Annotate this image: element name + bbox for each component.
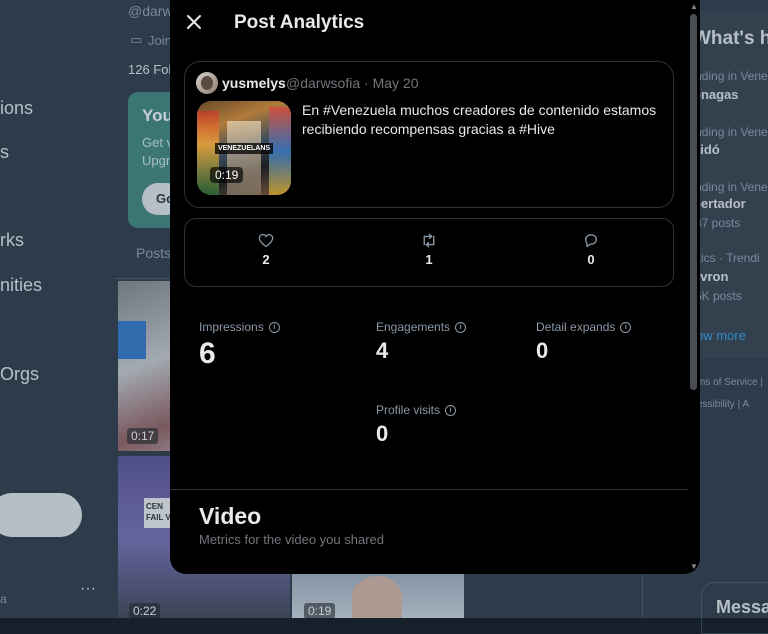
impressions-value: 6 — [199, 337, 216, 370]
scroll-down-arrow[interactable]: ▼ — [690, 562, 698, 571]
close-button[interactable] — [182, 10, 206, 34]
impressions-label: Impressions — [199, 320, 264, 334]
engagements-metric: Engagements i 4 — [376, 320, 467, 364]
author-name[interactable]: yusmelys — [222, 75, 286, 91]
engagements-value: 4 — [376, 338, 389, 363]
heart-icon — [258, 233, 274, 248]
close-icon — [187, 15, 201, 29]
post-analytics-modal: Post Analytics yusmelys @darwsofia · May… — [170, 0, 700, 574]
likes-stat: 2 — [246, 233, 286, 267]
post-preview-card[interactable]: yusmelys @darwsofia · May 20 VENEZUELANS… — [184, 61, 674, 208]
impressions-metric: Impressions i 6 — [199, 320, 280, 371]
info-icon[interactable]: i — [455, 321, 467, 333]
engagement-summary: 2 1 0 — [184, 218, 674, 287]
post-text: En #Venezuela muchos creadores de conten… — [302, 102, 657, 137]
market-lane — [227, 121, 261, 195]
engagements-label: Engagements — [376, 320, 451, 334]
repost-icon — [423, 233, 435, 248]
detail-expands-value: 0 — [536, 338, 549, 363]
video-section-subtitle: Metrics for the video you shared — [199, 532, 384, 547]
post-media-thumbnail[interactable]: VENEZUELANS 0:19 — [197, 101, 291, 195]
profile-visits-metric: Profile visits i 0 — [376, 403, 457, 447]
media-caption: VENEZUELANS — [215, 143, 273, 154]
replies-count: 0 — [587, 252, 595, 267]
info-icon[interactable]: i — [268, 321, 280, 333]
modal-title: Post Analytics — [234, 12, 365, 33]
avatar[interactable] — [196, 72, 218, 94]
reposts-count: 1 — [425, 252, 433, 267]
detail-expands-label: Detail expands — [536, 320, 616, 334]
profile-visits-label: Profile visits — [376, 403, 441, 417]
scrollbar-thumb[interactable] — [690, 14, 697, 390]
info-icon[interactable]: i — [445, 404, 457, 416]
section-divider — [170, 489, 688, 490]
reply-icon — [585, 234, 597, 248]
media-duration: 0:19 — [210, 167, 244, 183]
video-section-title: Video — [199, 503, 262, 529]
detail-expands-metric: Detail expands i 0 — [536, 320, 632, 364]
author-meta: @darwsofia · May 20 — [286, 75, 419, 91]
replies-stat: 0 — [571, 233, 611, 267]
reposts-stat: 1 — [409, 233, 449, 267]
info-icon[interactable]: i — [620, 321, 632, 333]
likes-count: 2 — [262, 252, 270, 267]
profile-visits-value: 0 — [376, 421, 389, 446]
scroll-up-arrow[interactable]: ▲ — [690, 2, 698, 11]
